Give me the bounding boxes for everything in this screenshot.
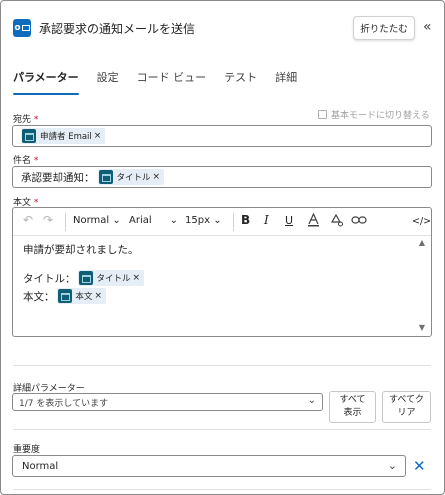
tab-code-view[interactable]: コード ビュー	[137, 69, 207, 91]
dynamic-content-chip[interactable]: 申請者 Email ×	[21, 128, 106, 144]
toolbar-divider	[65, 213, 66, 231]
importance-label: 重要度	[13, 445, 41, 455]
tab-settings[interactable]: 設定	[97, 69, 119, 91]
to-label: 宛先 *	[13, 112, 38, 125]
font-family-value: Arial	[129, 215, 152, 226]
bold-icon[interactable]: B	[241, 213, 250, 227]
token-icon	[22, 129, 36, 143]
chip-remove-icon[interactable]: ×	[95, 291, 103, 301]
body-line-2: タイトル： タイトル ×	[23, 270, 145, 286]
subject-prefix-text: 承認要却通知：	[21, 171, 95, 184]
link-icon[interactable]	[351, 214, 367, 229]
dynamic-content-chip[interactable]: タイトル ×	[97, 169, 165, 185]
tab-bar: パラメーター 設定 コード ビュー テスト 詳細	[13, 69, 315, 95]
editor-toolbar: ↶ ↷ Normal ⌄ Arial ⌄ 15px ⌄ B I U </>	[13, 208, 431, 236]
dynamic-content-chip[interactable]: 本文 ×	[56, 288, 107, 304]
basic-mode-toggle: 基本モードに切り替える	[318, 108, 430, 121]
required-mark: *	[33, 115, 39, 125]
font-size-select[interactable]: 15px ⌄	[185, 215, 222, 226]
font-color-icon[interactable]	[307, 212, 320, 230]
font-style-value: Normal	[73, 215, 110, 226]
highlight-icon[interactable]	[329, 213, 343, 230]
section-divider	[13, 365, 431, 366]
redo-icon[interactable]: ↷	[43, 213, 53, 227]
chevron-down-icon: ⌄	[307, 395, 316, 406]
chip-label: 本文	[75, 292, 93, 302]
chevron-down-icon: ⌄	[169, 215, 179, 226]
body-editor[interactable]: ↶ ↷ Normal ⌄ Arial ⌄ 15px ⌄ B I U </> 申請が…	[12, 207, 432, 337]
clear-icon[interactable]: ✕	[413, 457, 426, 475]
body-line-3: 本文： 本文 ×	[23, 288, 107, 304]
undo-icon[interactable]: ↶	[23, 213, 33, 227]
underline-icon[interactable]: U	[285, 214, 293, 227]
token-icon	[98, 170, 113, 184]
font-style-select[interactable]: Normal ⌄	[73, 215, 121, 226]
subject-label: 件名 *	[13, 153, 38, 166]
font-size-value: 15px	[185, 215, 210, 226]
chevron-down-icon: ⌄	[387, 459, 397, 472]
subject-input[interactable]: 承認要却通知： タイトル ×	[12, 166, 432, 188]
show-all-label-line2: 表示	[343, 408, 362, 418]
to-label-text: 宛先	[13, 115, 32, 125]
action-title: 承認要求の通知メールを送信	[39, 22, 196, 36]
required-mark: *	[33, 156, 39, 166]
chevron-down-icon: ⌄	[213, 215, 222, 226]
subject-label-text: 件名	[13, 156, 32, 166]
scroll-up-icon[interactable]: ▲	[419, 238, 425, 247]
clear-all-button[interactable]: すべてク リア	[382, 391, 431, 423]
action-panel: o 承認要求の通知メールを送信 折りたたむ « パラメーター 設定 コード ビュ…	[0, 0, 445, 495]
to-input[interactable]: 申請者 Email ×	[12, 125, 432, 147]
advanced-params-select[interactable]: 1/7 を表示しています ⌄	[12, 393, 323, 411]
section-divider	[13, 429, 431, 430]
chevron-double-left-icon[interactable]: «	[423, 19, 432, 35]
chip-label: 申請者 Email	[40, 132, 92, 142]
chip-label: タイトル	[96, 274, 131, 284]
scroll-down-icon[interactable]: ▼	[419, 323, 425, 332]
basic-mode-label: 基本モードに切り替える	[331, 111, 430, 121]
show-all-label-line1: すべて	[339, 395, 366, 405]
tab-parameters[interactable]: パラメーター	[13, 69, 79, 95]
body-line-3-label: 本文：	[23, 290, 55, 303]
outlook-app-icon: o	[13, 19, 31, 37]
tab-test[interactable]: テスト	[224, 69, 257, 91]
font-family-select[interactable]: Arial ⌄	[129, 215, 178, 226]
chip-remove-icon[interactable]: ×	[94, 131, 102, 141]
italic-icon[interactable]: I	[264, 213, 269, 227]
section-divider	[13, 489, 431, 490]
chip-label: タイトル	[116, 173, 151, 183]
clear-all-label-line1: すべてク	[388, 395, 424, 405]
chip-remove-icon[interactable]: ×	[153, 172, 161, 182]
importance-value: Normal	[22, 460, 59, 472]
toolbar-divider	[233, 213, 234, 231]
switch-mode-icon	[318, 110, 327, 119]
chevron-down-icon: ⌄	[112, 215, 121, 226]
tab-details[interactable]: 詳細	[275, 69, 297, 91]
token-icon	[78, 271, 93, 285]
show-all-button[interactable]: すべて 表示	[329, 391, 376, 423]
dynamic-content-chip[interactable]: タイトル ×	[77, 270, 145, 286]
body-line-2-label: タイトル：	[23, 272, 76, 285]
advanced-params-value: 1/7 を表示しています	[19, 398, 109, 409]
importance-select[interactable]: Normal ⌄	[12, 455, 406, 477]
chip-remove-icon[interactable]: ×	[133, 273, 141, 283]
collapse-button[interactable]: 折りたたむ	[353, 16, 415, 40]
token-icon	[57, 289, 72, 303]
clear-all-label-line2: リア	[397, 408, 416, 418]
code-view-icon[interactable]: </>	[412, 216, 431, 227]
body-line-1: 申請が要却されました。	[23, 244, 139, 256]
